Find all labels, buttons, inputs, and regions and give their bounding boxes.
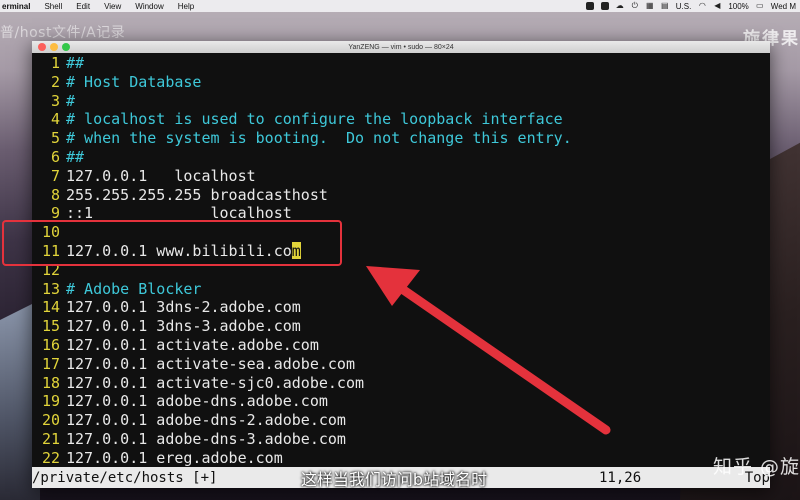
zhihu-watermark: 知乎 @旋 — [712, 456, 800, 478]
video-subtitle: 这样当我们访问b站域名时 — [0, 466, 800, 490]
annotation-arrow — [366, 266, 611, 435]
subtitle-text: 这样当我们访问b站域名时 — [300, 470, 488, 489]
